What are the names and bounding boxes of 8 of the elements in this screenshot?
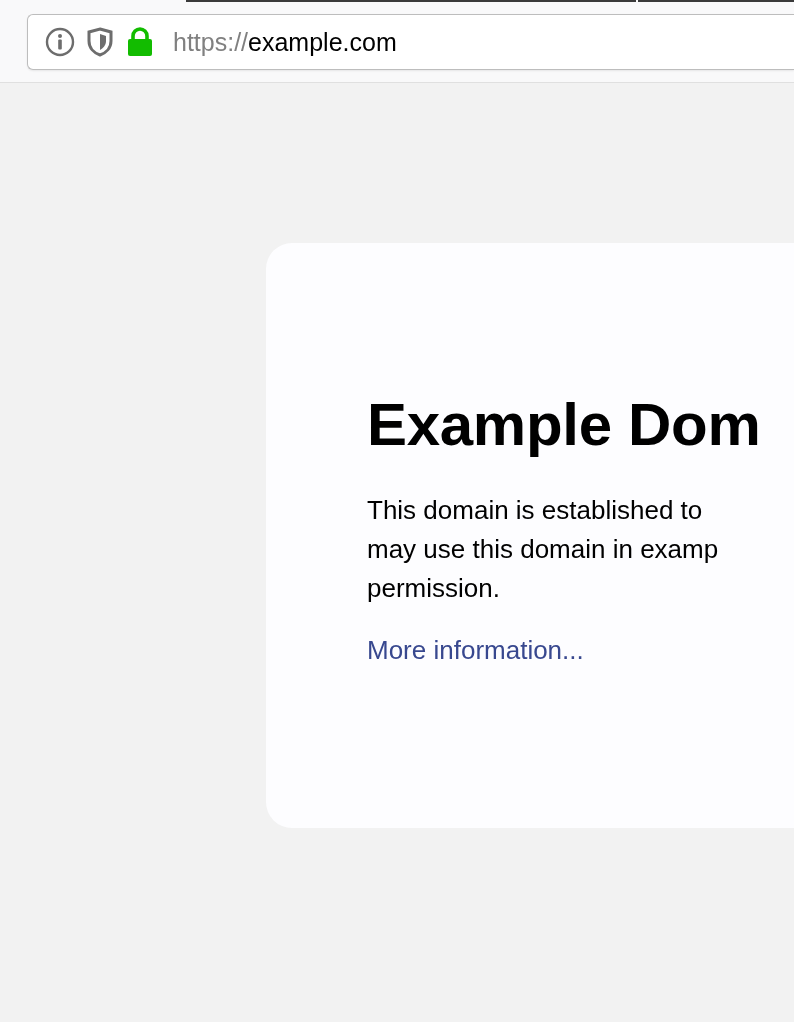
page-heading: Example Dom — [367, 390, 761, 460]
lock-icon[interactable] — [127, 27, 153, 57]
page-paragraph: This domain is established to may use this domain in examp permission. — [367, 494, 719, 605]
address-bar[interactable]: https://example.com — [27, 14, 794, 70]
url-text[interactable]: https://example.com — [173, 27, 397, 57]
shield-icon[interactable] — [87, 27, 113, 57]
more-information-link[interactable]: More information... — [367, 634, 584, 666]
info-icon[interactable] — [45, 27, 75, 57]
